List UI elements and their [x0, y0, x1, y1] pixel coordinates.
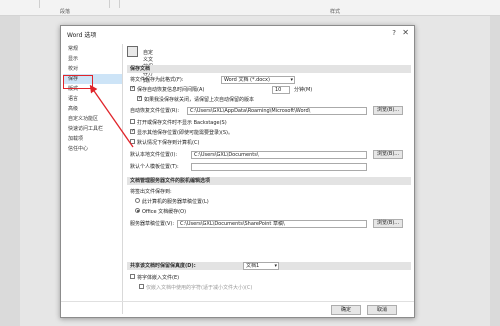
dialog-titlebar: Word 选项 ? ✕: [61, 26, 414, 42]
radio-office-cache-label: Office 文档缓存(O): [142, 209, 187, 215]
nav-item-customize-ribbon[interactable]: 自定义功能区: [63, 114, 122, 124]
autorecover-checkbox[interactable]: [130, 86, 135, 91]
radio-server-drafts[interactable]: [135, 198, 140, 203]
save-checked-out-label: 将签出文件保存到:: [130, 189, 172, 195]
default-local-path-value: C:\Users\GXL\Documents\: [194, 152, 259, 158]
format-select[interactable]: Word 文档 (*.docx): [221, 76, 295, 84]
nav-item-proofing[interactable]: 校对: [63, 64, 122, 74]
default-local-row: 默认情况下保存到计算机(C): [130, 139, 199, 148]
radio-server-drafts-label: 此计算机的服务器草稿位置(L): [142, 199, 209, 205]
format-value: Word 文档 (*.docx): [224, 77, 270, 83]
nav-item-addins[interactable]: 加载项: [63, 134, 122, 144]
close-icon[interactable]: ✕: [402, 28, 409, 37]
embed-fonts-checkbox[interactable]: [130, 274, 135, 279]
autorecover-label: 保存自动恢复信息时间间隔(A): [137, 87, 205, 93]
format-label: 将文件保存为此格式(F):: [130, 77, 184, 83]
default-local-checkbox[interactable]: [130, 139, 135, 144]
personal-templates-label: 默认个人模板位置(T):: [130, 164, 179, 170]
ribbon-segment: [110, 0, 120, 8]
radio-office-cache[interactable]: [135, 208, 140, 213]
keep-last-label: 如果我没保存就关闭，请保留上次自动保留的版本: [144, 97, 255, 103]
dialog-title: Word 选项: [67, 32, 97, 39]
options-content: 自定义文档保存方式。 保存文档 将文件保存为此格式(F): Word 文档 (*…: [127, 44, 411, 304]
keep-last-checkbox[interactable]: [137, 96, 142, 101]
help-icon[interactable]: ?: [392, 29, 396, 37]
nav-item-language[interactable]: 语言: [63, 94, 122, 104]
ribbon-group-paragraph: 段落: [60, 9, 71, 15]
backstage-label: 打开或保存文件时不显示 Backstage(S): [137, 120, 227, 126]
radio-server-drafts-row: 此计算机的服务器草稿位置(L): [135, 198, 209, 207]
personal-templates-input[interactable]: [191, 163, 367, 171]
show-locations-checkbox[interactable]: [130, 129, 135, 134]
embed-sub-row: 仅嵌入文档中使用的字符(适于减小文件大小)(C): [139, 284, 252, 293]
fidelity-doc-value: 文档1: [246, 263, 260, 269]
nav-item-trust-center[interactable]: 信任中心: [63, 144, 122, 154]
browse-ar-button[interactable]: 浏览(B)...: [373, 106, 403, 115]
ar-path-label: 自动恢复文件位置(R):: [130, 108, 180, 114]
drafts-value: C:\Users\GXL\Documents\SharePoint 草稿\: [180, 221, 285, 227]
default-local-label: 默认情况下保存到计算机(C): [137, 140, 200, 146]
show-locations-row: 显示其他保存位置(即使可能需要登录)(S)。: [130, 129, 233, 138]
browse-drafts-button[interactable]: 浏览(B)...: [373, 219, 403, 228]
word-ribbon: 段落 样式: [0, 0, 500, 16]
embed-sub-checkbox[interactable]: [139, 284, 144, 289]
default-local-path-input[interactable]: C:\Users\GXL\Documents\: [191, 151, 367, 159]
ribbon-segment: [0, 0, 40, 8]
fidelity-header: 共享该文档时保留保真度(D):: [130, 263, 196, 269]
drafts-label: 服务器草稿位置(V):: [130, 221, 175, 227]
autorecover-row: 保存自动恢复信息时间间隔(A): [130, 86, 204, 95]
backstage-row: 打开或保存文件时不显示 Backstage(S): [130, 119, 227, 128]
ar-path-value: C:\Users\GXL\AppData\Roaming\Microsoft\W…: [190, 108, 311, 114]
ribbon-group-styles: 样式: [330, 9, 341, 15]
nav-item-display[interactable]: 显示: [63, 54, 122, 64]
nav-item-general[interactable]: 常规: [63, 44, 122, 54]
dialog-footer: 确定 取消: [61, 301, 414, 317]
section-save-documents: 保存文档: [127, 65, 411, 73]
ar-path-input[interactable]: C:\Users\GXL\AppData\Roaming\Microsoft\W…: [187, 107, 367, 115]
save-document-icon: [127, 46, 138, 57]
drafts-input[interactable]: C:\Users\GXL\Documents\SharePoint 草稿\: [177, 220, 367, 228]
highlight-box: [63, 75, 93, 89]
section-offline-editing: 文档管理服务器文件的脱机编辑选项: [127, 177, 411, 185]
nav-item-advanced[interactable]: 高级: [63, 104, 122, 114]
browse-local-button[interactable]: 浏览(B)...: [373, 150, 403, 159]
show-locations-label: 显示其他保存位置(即使可能需要登录)(S)。: [137, 130, 233, 136]
ribbon-segment: [40, 0, 110, 8]
word-options-dialog: Word 选项 ? ✕ 常规 显示 校对 保存 版式 语言 高级 自定义功能区 …: [60, 25, 415, 318]
ok-button[interactable]: 确定: [331, 305, 361, 315]
default-local-path-label: 默认本地文件位置(I):: [130, 152, 178, 158]
radio-office-cache-row: Office 文档缓存(O): [135, 208, 186, 217]
cancel-button[interactable]: 取消: [367, 305, 397, 315]
autorecover-minutes-input[interactable]: 10: [272, 86, 290, 94]
embed-sub-label: 仅嵌入文档中使用的字符(适于减小文件大小)(C): [146, 285, 253, 291]
nav-item-quick-access[interactable]: 快速访问工具栏: [63, 124, 122, 134]
embed-fonts-label: 将字体嵌入文件(E): [137, 275, 180, 281]
backstage-checkbox[interactable]: [130, 119, 135, 124]
embed-fonts-row: 将字体嵌入文件(E): [130, 274, 179, 283]
minutes-label: 分钟(M): [294, 87, 313, 93]
keep-last-row: 如果我没保存就关闭，请保留上次自动保留的版本: [137, 96, 254, 105]
fidelity-doc-select[interactable]: 文档1: [243, 262, 279, 270]
autorecover-minutes-value: 10: [275, 87, 282, 93]
